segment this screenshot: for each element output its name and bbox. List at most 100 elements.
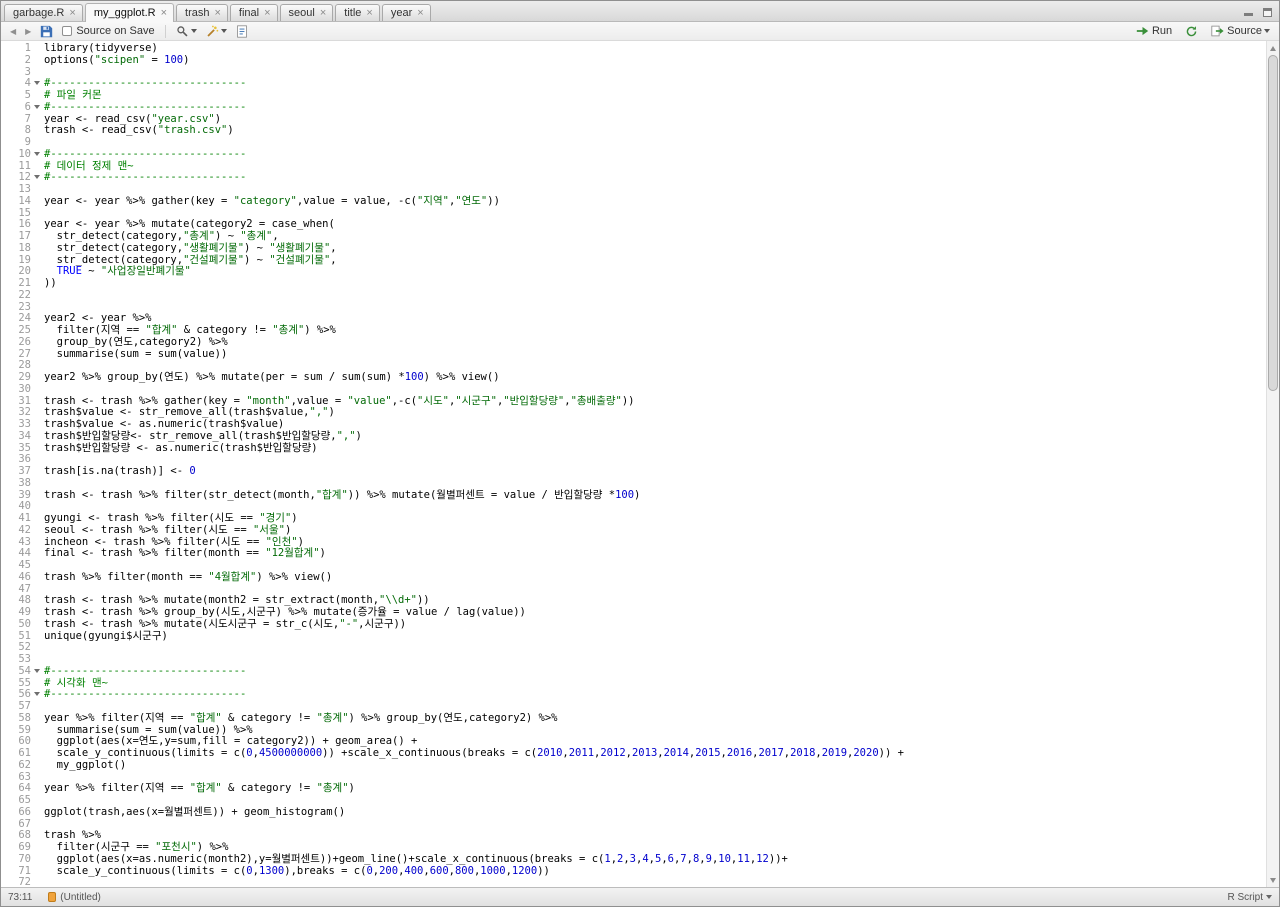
- code-line[interactable]: 10 #-------------------------------: [1, 148, 1266, 161]
- scrollbar-thumb[interactable]: [1268, 55, 1278, 391]
- tab-close-icon[interactable]: ×: [69, 7, 75, 19]
- editor-tab-year[interactable]: year ×: [381, 4, 431, 21]
- editor-tab-my-ggplot-r[interactable]: my_ggplot.R ×: [84, 3, 175, 22]
- fold-arrow-icon[interactable]: [31, 149, 44, 161]
- code-line[interactable]: 22: [1, 289, 1266, 302]
- tab-close-icon[interactable]: ×: [214, 7, 220, 19]
- fold-arrow-icon[interactable]: [31, 102, 44, 114]
- back-button[interactable]: ◀: [7, 26, 19, 37]
- tab-close-icon[interactable]: ×: [320, 7, 326, 19]
- scroll-down-arrow-icon[interactable]: [1267, 874, 1279, 886]
- line-number[interactable]: 50: [1, 618, 31, 631]
- code-line[interactable]: 12 #-------------------------------: [1, 171, 1266, 184]
- line-number[interactable]: 46: [1, 571, 31, 584]
- source-button[interactable]: Source: [1208, 24, 1273, 38]
- line-number[interactable]: 26: [1, 336, 31, 349]
- line-number[interactable]: 45: [1, 559, 31, 572]
- forward-button[interactable]: ▶: [22, 26, 34, 37]
- line-number[interactable]: 14: [1, 195, 31, 208]
- line-number[interactable]: 21: [1, 277, 31, 290]
- line-number[interactable]: 42: [1, 524, 31, 537]
- line-number[interactable]: 37: [1, 465, 31, 478]
- code-line[interactable]: 8 trash <- read_csv("trash.csv"): [1, 124, 1266, 137]
- code-line[interactable]: 51 unique(gyungi$시군구): [1, 630, 1266, 643]
- line-number[interactable]: 5: [1, 89, 31, 102]
- line-number[interactable]: 22: [1, 289, 31, 302]
- line-number[interactable]: 61: [1, 747, 31, 760]
- line-number[interactable]: 33: [1, 418, 31, 431]
- line-number[interactable]: 13: [1, 183, 31, 196]
- file-type-selector[interactable]: R Script: [1227, 892, 1272, 903]
- code-line[interactable]: 35 trash$반입할당량 <- as.numeric(trash$반입할당량): [1, 442, 1266, 455]
- code-line[interactable]: 20 TRUE ~ "사업장일반폐기물": [1, 265, 1266, 278]
- code-line[interactable]: 29 year2 %>% group_by(연도) %>% mutate(per …: [1, 371, 1266, 384]
- code-line[interactable]: 37 trash[is.na(trash)] <- 0: [1, 465, 1266, 478]
- vertical-scrollbar[interactable]: [1266, 41, 1279, 887]
- code-line[interactable]: 52: [1, 641, 1266, 654]
- code-line[interactable]: 50 trash <- trash %>% mutate(시도시군구 = str_…: [1, 618, 1266, 631]
- line-number[interactable]: 9: [1, 136, 31, 149]
- line-number[interactable]: 25: [1, 324, 31, 337]
- editor-tab-garbage-r[interactable]: garbage.R ×: [4, 4, 83, 21]
- scroll-up-arrow-icon[interactable]: [1267, 42, 1279, 54]
- compile-report-button[interactable]: [233, 24, 251, 39]
- code-line[interactable]: 66 ggplot(trash,aes(x=월별퍼센트)) + geom_hist…: [1, 806, 1266, 819]
- code-line[interactable]: 2 options("scipen" = 100): [1, 54, 1266, 67]
- line-number[interactable]: 29: [1, 371, 31, 384]
- line-number[interactable]: 53: [1, 653, 31, 666]
- code-line[interactable]: 46 trash %>% filter(month == "4월합계") %>% …: [1, 571, 1266, 584]
- line-number[interactable]: 58: [1, 712, 31, 725]
- code-line[interactable]: 71 scale_y_continuous(limits = c(0,1300)…: [1, 865, 1266, 878]
- find-replace-button[interactable]: [173, 24, 200, 39]
- code-line[interactable]: 23: [1, 301, 1266, 314]
- fold-arrow-icon[interactable]: [31, 689, 44, 701]
- code-line[interactable]: 1 library(tidyverse): [1, 42, 1266, 55]
- editor-tab-seoul[interactable]: seoul ×: [279, 4, 334, 21]
- editor-tab-final[interactable]: final ×: [229, 4, 278, 21]
- tab-close-icon[interactable]: ×: [366, 7, 372, 19]
- code-line[interactable]: 27 summarise(sum = sum(value)): [1, 348, 1266, 361]
- line-number[interactable]: 1: [1, 42, 31, 55]
- code-line[interactable]: 39 trash <- trash %>% filter(str_detect(m…: [1, 489, 1266, 502]
- code-line[interactable]: 56 #-------------------------------: [1, 688, 1266, 701]
- code-line[interactable]: 72: [1, 876, 1266, 887]
- code-tools-button[interactable]: [203, 24, 230, 39]
- fold-arrow-icon[interactable]: [31, 78, 44, 90]
- line-number[interactable]: 2: [1, 54, 31, 67]
- line-number[interactable]: 62: [1, 759, 31, 772]
- code-editor[interactable]: 1 library(tidyverse) 2 options("scipen" = 1…: [1, 41, 1279, 887]
- line-number[interactable]: 41: [1, 512, 31, 525]
- line-number[interactable]: 34: [1, 430, 31, 443]
- code-line[interactable]: 4 #-------------------------------: [1, 77, 1266, 90]
- line-number[interactable]: 72: [1, 876, 31, 887]
- line-number[interactable]: 70: [1, 853, 31, 866]
- fold-arrow-icon[interactable]: [31, 172, 44, 184]
- editor-tab-title[interactable]: title ×: [335, 4, 380, 21]
- tab-close-icon[interactable]: ×: [161, 7, 167, 19]
- source-on-save-checkbox[interactable]: Source on Save: [59, 24, 157, 38]
- save-button[interactable]: [37, 24, 56, 39]
- section-navigator[interactable]: (Untitled): [48, 892, 101, 903]
- line-number[interactable]: 6: [1, 101, 31, 114]
- code-line[interactable]: 44 final <- trash %>% filter(month == "12…: [1, 547, 1266, 560]
- code-line[interactable]: 67: [1, 818, 1266, 831]
- run-button[interactable]: Run: [1133, 24, 1175, 38]
- maximize-pane-icon[interactable]: [1261, 5, 1274, 17]
- line-number[interactable]: 49: [1, 606, 31, 619]
- fold-arrow-icon[interactable]: [31, 666, 44, 678]
- minimize-pane-icon[interactable]: [1242, 5, 1255, 17]
- code-line[interactable]: 62 my_ggplot(): [1, 759, 1266, 772]
- line-number[interactable]: 38: [1, 477, 31, 490]
- editor-tab-trash[interactable]: trash ×: [176, 4, 228, 21]
- rerun-previous-button[interactable]: [1182, 24, 1201, 39]
- code-line[interactable]: 54 #-------------------------------: [1, 665, 1266, 678]
- line-number[interactable]: 66: [1, 806, 31, 819]
- tab-close-icon[interactable]: ×: [264, 7, 270, 19]
- line-number[interactable]: 65: [1, 794, 31, 807]
- code-line[interactable]: 61 scale_y_continuous(limits = c(0,45000…: [1, 747, 1266, 760]
- line-number[interactable]: 18: [1, 242, 31, 255]
- code-line[interactable]: 21)): [1, 277, 1266, 290]
- line-number[interactable]: 17: [1, 230, 31, 243]
- line-number[interactable]: 69: [1, 841, 31, 854]
- line-number[interactable]: 54: [1, 665, 31, 678]
